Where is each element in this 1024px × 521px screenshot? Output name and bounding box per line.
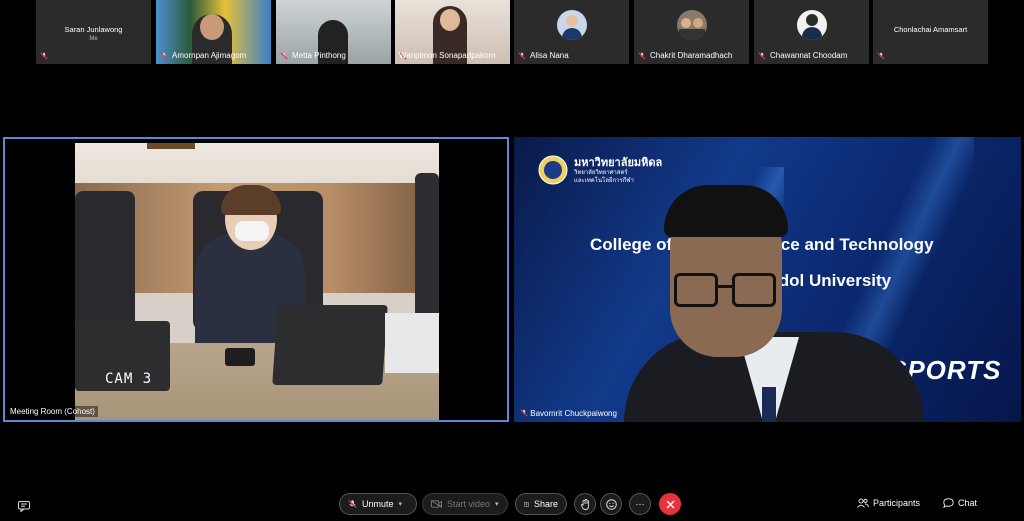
- participant-tile[interactable]: Metta Pinthong: [276, 0, 391, 64]
- muted-mic-icon: [160, 52, 168, 60]
- share-label: Share: [533, 499, 558, 509]
- participant-name: Chakrit Dharamadhach: [650, 51, 733, 60]
- participants-button[interactable]: Participants: [857, 498, 920, 508]
- university-seal-icon: [538, 155, 568, 185]
- participant-name: Amornpan Ajimagom: [172, 51, 247, 60]
- share-button[interactable]: Share: [515, 493, 567, 515]
- avatar: [796, 10, 827, 40]
- avatar: [556, 10, 587, 40]
- raise-hand-button[interactable]: [574, 493, 596, 515]
- video-off-icon: [431, 500, 442, 508]
- unmute-button[interactable]: Unmute ▾: [339, 493, 417, 515]
- participant-tile[interactable]: Alisa Nana: [514, 0, 629, 64]
- participant-name: Chawannat Choodam: [770, 51, 848, 60]
- unmute-label: Unmute: [362, 499, 394, 509]
- meeting-toolbar: Unmute ▾ Start video ▾ Share ··· Partici…: [0, 487, 1024, 521]
- camera-label: CAM 3: [105, 371, 153, 387]
- meeting-room-video: CAM 3: [75, 143, 439, 420]
- chat-bubble-icon[interactable]: [18, 501, 30, 512]
- muted-mic-icon: [280, 52, 288, 60]
- person-face: [200, 14, 224, 40]
- participant-tile[interactable]: Chawannat Choodam: [754, 0, 869, 64]
- participant-name: Metta Pinthong: [292, 51, 346, 60]
- close-icon: [665, 499, 675, 509]
- start-video-button[interactable]: Start video ▾: [422, 493, 508, 515]
- chat-button[interactable]: Chat: [943, 498, 977, 508]
- chevron-down-icon[interactable]: ▾: [399, 500, 403, 508]
- muted-mic-icon: [348, 499, 357, 509]
- smiley-icon: [605, 498, 617, 510]
- chat-label: Chat: [958, 498, 978, 508]
- reactions-button[interactable]: [600, 493, 622, 515]
- muted-mic-icon: [758, 52, 766, 60]
- muted-mic-icon: [877, 52, 885, 60]
- more-options-icon: ···: [635, 499, 645, 509]
- participant-tile[interactable]: Amornpan Ajimagom: [156, 0, 271, 64]
- participant-tile[interactable]: Chakrit Dharamadhach: [634, 0, 749, 64]
- participant-me-label: Me: [89, 36, 98, 42]
- video-tile-meeting-room[interactable]: CAM 3 Meeting Room (Cohost): [3, 137, 509, 422]
- speaker-name: Bavornrit Chuckpaiwong: [530, 409, 617, 418]
- muted-mic-icon: [518, 52, 526, 60]
- chevron-down-icon[interactable]: ▾: [495, 500, 499, 508]
- video-tile-speaker[interactable]: มหาวิทยาลัยมหิดล วิทยาลัยวิทยาศาสตร์ และ…: [514, 137, 1021, 422]
- participants-label: Participants: [873, 498, 921, 508]
- hand-icon: [580, 498, 589, 510]
- share-icon: [524, 501, 529, 507]
- participant-name: Chonlachai Amamsart: [893, 25, 968, 34]
- avatar: [676, 10, 707, 40]
- muted-mic-icon: [520, 409, 528, 417]
- participant-tile[interactable]: Wanpimon Sonapadpakorn: [395, 0, 510, 64]
- participant-name: Wanpimon Sonapadpakorn: [399, 51, 496, 60]
- chat-icon: [943, 498, 954, 508]
- people-icon: [857, 498, 869, 508]
- muted-mic-icon: [638, 52, 646, 60]
- participant-name: Saran Junlawong: [64, 25, 123, 34]
- banner-thai-sub2: และเทคโนโลยีการกีฬา: [574, 178, 634, 184]
- muted-mic-icon: [40, 52, 48, 60]
- start-video-label: Start video: [447, 499, 491, 509]
- participant-strip: Saran Junlawong Me Amornpan Ajimagom Met…: [36, 0, 988, 66]
- video-name-label: Bavornrit Chuckpaiwong: [517, 408, 620, 419]
- more-options-button[interactable]: ···: [629, 493, 651, 515]
- video-name-label: Meeting Room (Cohost): [7, 406, 98, 417]
- participant-tile[interactable]: Chonlachai Amamsart: [873, 0, 988, 64]
- participant-name: Alisa Nana: [530, 51, 569, 60]
- participant-tile[interactable]: Saran Junlawong Me: [36, 0, 151, 64]
- person-face: [440, 9, 460, 31]
- leave-meeting-button[interactable]: [659, 493, 681, 515]
